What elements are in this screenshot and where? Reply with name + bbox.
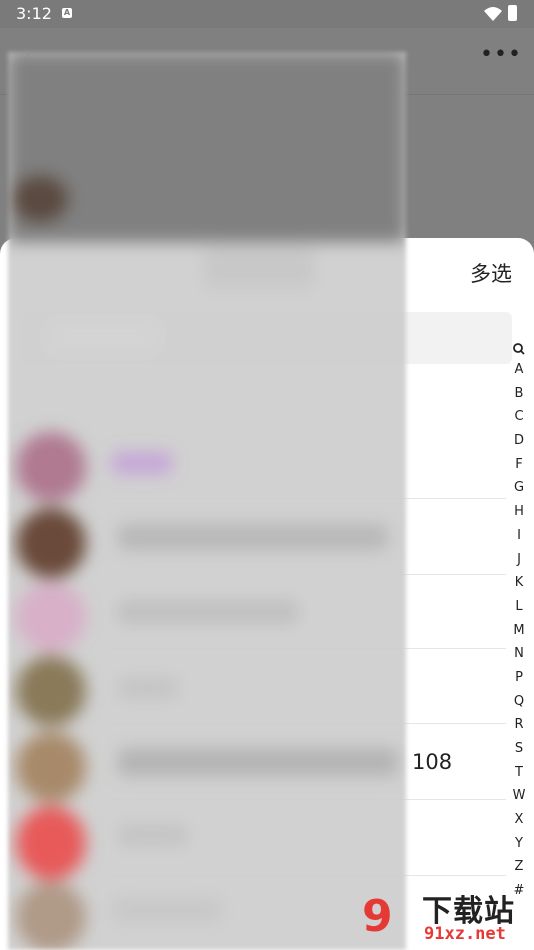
index-letter[interactable]: B xyxy=(515,382,524,406)
index-letter[interactable]: K xyxy=(515,571,524,595)
blurred-avatar xyxy=(12,176,68,222)
watermark-site: 91xz.net xyxy=(424,924,506,944)
index-letter[interactable]: S xyxy=(515,737,523,761)
search-icon[interactable] xyxy=(508,340,530,358)
blurred-avatar xyxy=(16,656,86,726)
blurred-overlay xyxy=(8,52,406,950)
index-letter[interactable]: A xyxy=(515,358,524,382)
index-letter[interactable]: C xyxy=(514,405,523,429)
alphabet-index[interactable]: A B C D F G H I J K L M N P Q R S T W X … xyxy=(508,340,530,903)
index-letter[interactable]: D xyxy=(514,429,524,453)
blurred-region xyxy=(118,678,178,698)
blurred-region xyxy=(48,322,158,352)
blurred-region xyxy=(204,248,314,288)
blurred-avatar xyxy=(16,882,86,950)
blurred-avatar xyxy=(16,508,86,578)
multi-select-button[interactable]: 多选 xyxy=(470,258,512,288)
index-letter[interactable]: G xyxy=(514,476,524,500)
watermark-logo: 9 xyxy=(362,891,393,942)
blurred-region xyxy=(118,524,388,550)
index-letter[interactable]: M xyxy=(513,619,524,643)
blurred-region xyxy=(118,748,398,776)
blurred-region xyxy=(112,452,172,474)
more-menu-icon: ••• xyxy=(480,42,522,67)
blurred-content xyxy=(8,52,406,950)
status-bar: 3:12 A xyxy=(0,0,534,28)
blurred-avatar xyxy=(16,806,86,880)
blurred-avatar xyxy=(16,732,86,802)
index-letter[interactable]: H xyxy=(514,500,524,524)
index-letter[interactable]: N xyxy=(514,642,524,666)
index-letter[interactable]: P xyxy=(515,666,523,690)
index-letter[interactable]: J xyxy=(517,548,521,572)
blurred-region xyxy=(112,898,222,922)
index-letter[interactable]: T xyxy=(515,761,523,785)
index-letter[interactable]: I xyxy=(517,524,521,548)
index-letter[interactable]: Q xyxy=(514,690,524,714)
blurred-avatar xyxy=(16,582,86,652)
index-letter[interactable]: Z xyxy=(515,855,524,879)
blurred-region xyxy=(118,600,298,624)
index-letter[interactable]: R xyxy=(514,713,523,737)
index-letter[interactable]: Y xyxy=(515,832,523,856)
battery-charging-icon xyxy=(508,5,517,21)
blurred-region xyxy=(8,52,406,242)
a-badge-icon: A xyxy=(62,8,72,18)
status-time: 3:12 xyxy=(16,4,52,23)
blurred-region xyxy=(118,824,188,846)
index-letter[interactable]: X xyxy=(515,808,524,832)
index-letter[interactable]: W xyxy=(513,784,526,808)
wifi-icon xyxy=(484,7,502,21)
list-item-name[interactable]: 108 xyxy=(412,750,452,774)
index-letter[interactable]: L xyxy=(515,595,522,619)
index-letter[interactable]: F xyxy=(515,453,522,477)
blurred-avatar xyxy=(16,432,86,502)
site-watermark: 9 下载站 91xz.net xyxy=(362,886,532,950)
